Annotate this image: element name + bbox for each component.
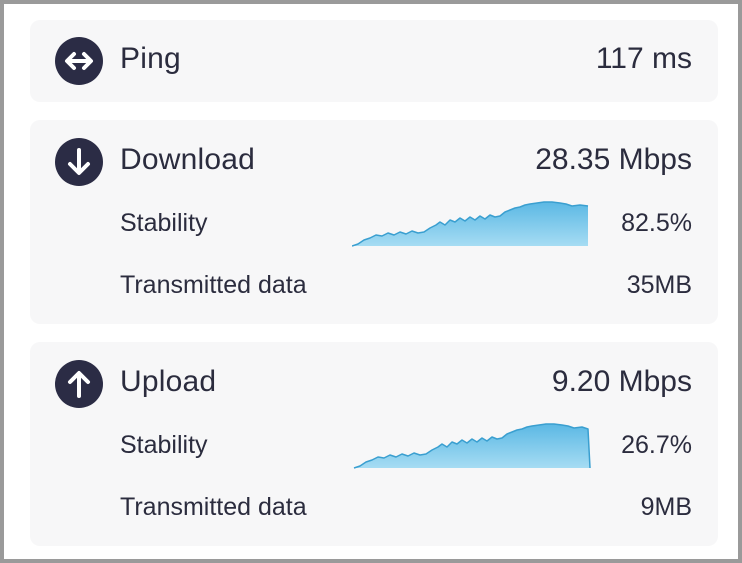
download-card: Download 28.35 Mbps Stability 82.5% Tran… [30, 120, 718, 324]
upload-stability-value: 26.7% [621, 431, 692, 459]
upload-stability-sparkline [352, 420, 596, 470]
upload-card: Upload 9.20 Mbps Stability 26.7% Transmi… [30, 342, 718, 546]
download-transmitted-value: 35MB [626, 271, 692, 299]
arrow-down-icon [55, 138, 103, 186]
upload-transmitted-value: 9MB [640, 493, 692, 521]
download-speed: 28.35 Mbps [535, 143, 692, 176]
download-stability-label: Stability [120, 209, 208, 237]
upload-transmitted-label: Transmitted data [120, 493, 307, 521]
double-arrow-icon [55, 37, 103, 85]
download-transmitted-label: Transmitted data [120, 271, 307, 299]
ping-title: Ping [120, 42, 181, 75]
upload-speed: 9.20 Mbps [551, 365, 692, 398]
ping-value: 117 ms [595, 42, 692, 75]
arrow-up-icon [55, 360, 103, 408]
download-title: Download [120, 143, 256, 176]
download-stability-value: 82.5% [621, 209, 692, 237]
upload-title: Upload [120, 365, 217, 398]
upload-stability-label: Stability [120, 431, 208, 459]
speed-test-results: Ping 117 ms Download 28.35 Mbps Stabilit… [0, 0, 742, 563]
download-stability-sparkline [352, 198, 596, 248]
ping-card: Ping 117 ms [30, 20, 718, 102]
